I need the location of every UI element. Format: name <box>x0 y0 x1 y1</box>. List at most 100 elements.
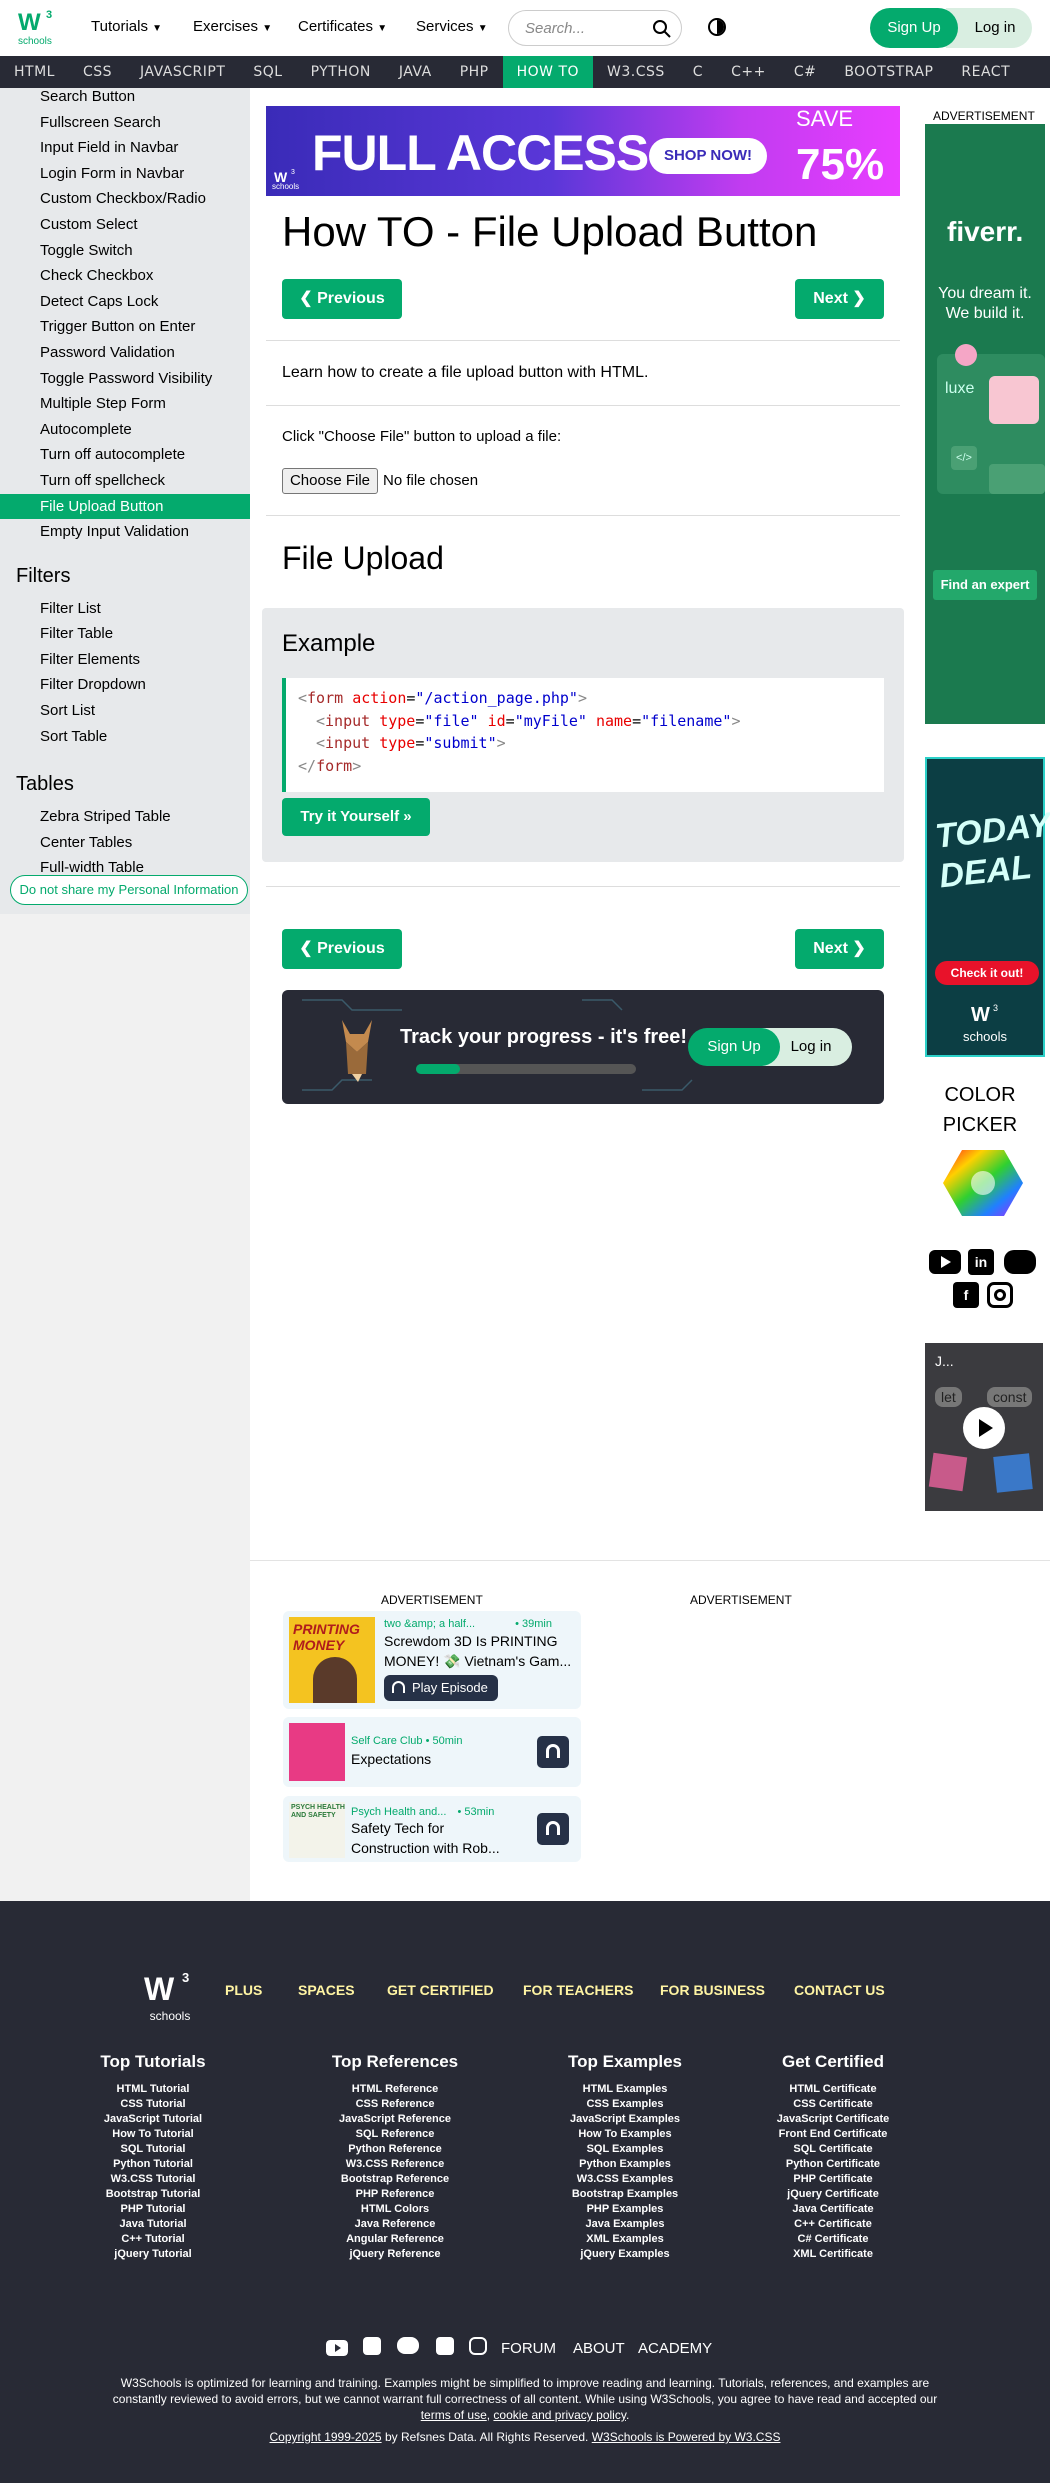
instagram-icon[interactable] <box>469 2337 487 2355</box>
subnav-item-html[interactable]: HTML <box>0 56 69 88</box>
sidebar-item-password-validation[interactable]: Password Validation <box>0 340 250 366</box>
subnav-item-w3-css[interactable]: W3.CSS <box>593 56 679 88</box>
sidebar-item-fullscreen-search[interactable]: Fullscreen Search <box>0 110 250 136</box>
sidebar-item-autocomplete[interactable]: Autocomplete <box>0 417 250 443</box>
previous-button[interactable]: ❮ Previous <box>282 279 402 319</box>
footer-column-link[interactable]: jQuery Reference <box>295 2247 495 2262</box>
footer-column-link[interactable]: Bootstrap Examples <box>525 2187 725 2202</box>
tutorials-dropdown[interactable]: Tutorials ▼ <box>91 18 162 35</box>
services-dropdown[interactable]: Services ▼ <box>416 18 488 35</box>
footer-column-link[interactable]: Java Certificate <box>733 2202 933 2217</box>
footer-about-link[interactable]: ABOUT <box>573 2340 625 2357</box>
w3schools-logo[interactable]: W 3 schools <box>16 6 60 50</box>
cookie-policy-link[interactable]: cookie and privacy policy <box>493 2408 626 2422</box>
podcast-card[interactable]: PSYCH HEALTH AND SAFETY Psych Health and… <box>283 1796 581 1862</box>
headphones-icon[interactable] <box>537 1736 569 1768</box>
discord-icon[interactable] <box>1004 1250 1036 1274</box>
play-icon[interactable] <box>963 1407 1005 1449</box>
subnav-item-javascript[interactable]: JAVASCRIPT <box>126 56 239 88</box>
sidebar-item-multiple-step-form[interactable]: Multiple Step Form <box>0 391 250 417</box>
subnav-item-c[interactable]: C <box>679 56 717 88</box>
sidebar-item-turn-off-spellcheck[interactable]: Turn off spellcheck <box>0 468 250 494</box>
footer-column-link[interactable]: CSS Reference <box>295 2097 495 2112</box>
sidebar-item-center-tables[interactable]: Center Tables <box>0 830 250 856</box>
footer-w3schools-logo[interactable]: W3 schools <box>142 1970 198 2023</box>
sidebar-item-custom-select[interactable]: Custom Select <box>0 212 250 238</box>
podcast-card[interactable]: PRINTING MONEY two &amp; a half... • 39mi… <box>283 1611 581 1709</box>
footer-column-link[interactable]: HTML Colors <box>295 2202 495 2217</box>
footer-column-link[interactable]: JavaScript Tutorial <box>53 2112 253 2127</box>
todays-deal-ad[interactable]: TODAY'S DEAL Check it out! W3 schools <box>925 757 1050 1057</box>
footer-column-link[interactable]: CSS Tutorial <box>53 2097 253 2112</box>
footer-column-link[interactable]: How To Examples <box>525 2127 725 2142</box>
footer-column-link[interactable]: Python Certificate <box>733 2157 933 2172</box>
footer-column-link[interactable]: PHP Examples <box>525 2202 725 2217</box>
footer-column-link[interactable]: XML Examples <box>525 2232 725 2247</box>
sidebar-item-filter-elements[interactable]: Filter Elements <box>0 647 250 673</box>
discord-icon[interactable] <box>397 2337 419 2354</box>
linkedin-icon[interactable] <box>363 2337 381 2355</box>
footer-column-link[interactable]: PHP Tutorial <box>53 2202 253 2217</box>
sidebar-item-detect-caps-lock[interactable]: Detect Caps Lock <box>0 289 250 315</box>
sidebar-item-sort-table[interactable]: Sort Table <box>0 724 250 750</box>
sidebar-item-search-button[interactable]: Search Button <box>0 88 250 110</box>
next-button-bottom[interactable]: Next ❯ <box>795 929 884 969</box>
subnav-item-css[interactable]: CSS <box>69 56 126 88</box>
privacy-button[interactable]: Do not share my Personal Information <box>10 875 248 905</box>
subnav-item-sql[interactable]: SQL <box>239 56 296 88</box>
dark-mode-toggle-icon[interactable] <box>708 18 726 36</box>
sidebar-item-filter-dropdown[interactable]: Filter Dropdown <box>0 672 250 698</box>
full-access-ad-banner[interactable]: W3 schools FULL ACCESS SHOP NOW! SAVE 75… <box>266 106 900 196</box>
sidebar-item-input-field-in-navbar[interactable]: Input Field in Navbar <box>0 135 250 161</box>
sidebar-item-toggle-switch[interactable]: Toggle Switch <box>0 238 250 264</box>
footer-column-link[interactable]: PHP Reference <box>295 2187 495 2202</box>
sidebar-item-sort-list[interactable]: Sort List <box>0 698 250 724</box>
footer-link-spaces[interactable]: SPACES <box>298 1982 355 1998</box>
shop-now-button[interactable]: SHOP NOW! <box>649 138 767 174</box>
linkedin-icon[interactable]: in <box>968 1249 994 1275</box>
subnav-item-python[interactable]: PYTHON <box>297 56 385 88</box>
footer-column-link[interactable]: SQL Certificate <box>733 2142 933 2157</box>
footer-column-link[interactable]: JavaScript Examples <box>525 2112 725 2127</box>
footer-column-link[interactable]: Angular Reference <box>295 2232 495 2247</box>
color-hexagon-icon[interactable] <box>942 1148 1024 1218</box>
footer-column-link[interactable]: Front End Certificate <box>733 2127 933 2142</box>
signup-button[interactable]: Sign Up <box>870 8 958 48</box>
sidebar-item-login-form-in-navbar[interactable]: Login Form in Navbar <box>0 161 250 187</box>
footer-column-link[interactable]: XML Certificate <box>733 2247 933 2262</box>
instagram-icon[interactable] <box>987 1282 1013 1308</box>
choose-file-button[interactable]: Choose File <box>282 468 378 494</box>
footer-column-link[interactable]: jQuery Examples <box>525 2247 725 2262</box>
powered-by-link[interactable]: W3Schools is Powered by W3.CSS <box>592 2430 781 2444</box>
footer-column-link[interactable]: Java Examples <box>525 2217 725 2232</box>
footer-column-link[interactable]: HTML Examples <box>525 2082 725 2097</box>
login-button[interactable]: Log in <box>946 8 1032 48</box>
track-signup-button[interactable]: Sign Up <box>688 1028 780 1066</box>
footer-column-link[interactable]: HTML Certificate <box>733 2082 933 2097</box>
copyright-link[interactable]: Copyright 1999-2025 <box>270 2430 382 2444</box>
footer-column-link[interactable]: Python Tutorial <box>53 2157 253 2172</box>
video-ad[interactable]: J... let const <box>925 1343 1043 1511</box>
certificates-dropdown[interactable]: Certificates ▼ <box>298 18 387 35</box>
footer-column-link[interactable]: Python Examples <box>525 2157 725 2172</box>
youtube-icon[interactable] <box>929 1250 961 1274</box>
exercises-dropdown[interactable]: Exercises ▼ <box>193 18 272 35</box>
footer-column-link[interactable]: PHP Certificate <box>733 2172 933 2187</box>
footer-column-link[interactable]: CSS Certificate <box>733 2097 933 2112</box>
podcast-card[interactable]: Self Care Club • 50min Expectations <box>283 1717 581 1787</box>
footer-column-link[interactable]: W3.CSS Tutorial <box>53 2172 253 2187</box>
subnav-item-php[interactable]: PHP <box>446 56 503 88</box>
facebook-icon[interactable]: f <box>953 1282 979 1308</box>
footer-column-link[interactable]: Bootstrap Reference <box>295 2172 495 2187</box>
footer-column-link[interactable]: JavaScript Certificate <box>733 2112 933 2127</box>
footer-column-link[interactable]: SQL Tutorial <box>53 2142 253 2157</box>
footer-forum-link[interactable]: FORUM <box>501 2340 556 2357</box>
sidebar-item-toggle-password-visibility[interactable]: Toggle Password Visibility <box>0 366 250 392</box>
try-it-yourself-button[interactable]: Try it Yourself » <box>282 798 430 836</box>
sidebar-item-empty-input-validation[interactable]: Empty Input Validation <box>0 519 250 545</box>
fiverr-ad[interactable]: fiverr. You dream it. We build it. luxe <… <box>925 124 1045 724</box>
sidebar-item-file-upload-button[interactable]: File Upload Button <box>0 493 250 520</box>
previous-button-bottom[interactable]: ❮ Previous <box>282 929 402 969</box>
footer-column-link[interactable]: W3.CSS Reference <box>295 2157 495 2172</box>
footer-link-plus[interactable]: PLUS <box>225 1982 262 1998</box>
